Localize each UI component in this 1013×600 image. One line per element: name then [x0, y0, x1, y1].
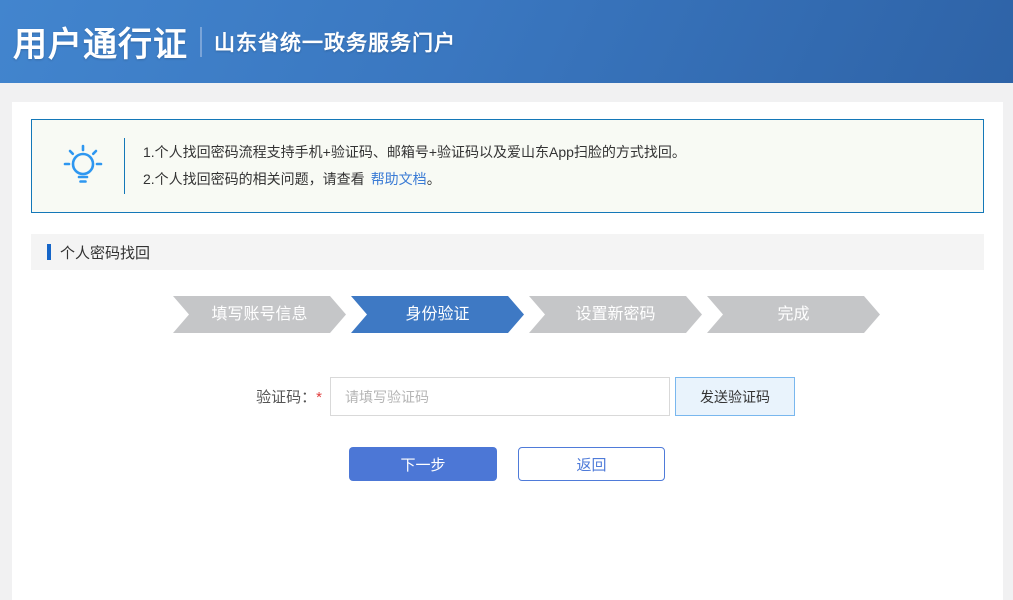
section-title: 个人密码找回	[60, 242, 150, 263]
verification-code-row: 验证码：* 发送验证码	[210, 377, 1003, 416]
lightbulb-icon	[52, 143, 114, 189]
notice-divider	[124, 138, 125, 194]
verification-code-input[interactable]	[330, 377, 670, 416]
notice-line-2-suffix: 。	[427, 171, 441, 187]
action-buttons: 下一步 返回	[349, 447, 1003, 481]
next-step-button[interactable]: 下一步	[349, 447, 497, 481]
section-title-bar	[47, 244, 51, 260]
content-card: 1.个人找回密码流程支持手机+验证码、邮箱号+验证码以及爱山东App扫脸的方式找…	[12, 102, 1003, 600]
header-divider	[200, 27, 202, 57]
notice-line-2: 2.个人找回密码的相关问题，请查看帮助文档。	[143, 166, 686, 193]
verification-code-label-text: 验证码：	[256, 389, 316, 406]
portal-subtitle: 山东省统一政务服务门户	[214, 27, 456, 57]
page-title: 用户通行证	[13, 17, 188, 66]
step-identity-verification: 身份验证	[351, 296, 524, 333]
step-wizard: 填写账号信息 身份验证 设置新密码 完成	[173, 296, 880, 333]
section-title-row: 个人密码找回	[31, 234, 984, 270]
step-set-new-password: 设置新密码	[529, 296, 702, 333]
notice-line-2-text: 2.个人找回密码的相关问题，请查看	[143, 171, 365, 187]
back-button[interactable]: 返回	[518, 447, 665, 481]
notice-box: 1.个人找回密码流程支持手机+验证码、邮箱号+验证码以及爱山东App扫脸的方式找…	[31, 119, 984, 213]
verification-code-label: 验证码：*	[210, 386, 330, 407]
step-complete: 完成	[707, 296, 880, 333]
step-fill-account-info: 填写账号信息	[173, 296, 346, 333]
notice-text: 1.个人找回密码流程支持手机+验证码、邮箱号+验证码以及爱山东App扫脸的方式找…	[143, 139, 686, 193]
required-asterisk: *	[316, 389, 322, 406]
header: 用户通行证 山东省统一政务服务门户	[0, 0, 1013, 83]
send-code-button[interactable]: 发送验证码	[675, 377, 795, 416]
notice-line-1: 1.个人找回密码流程支持手机+验证码、邮箱号+验证码以及爱山东App扫脸的方式找…	[143, 139, 686, 166]
help-doc-link[interactable]: 帮助文档	[371, 171, 427, 187]
